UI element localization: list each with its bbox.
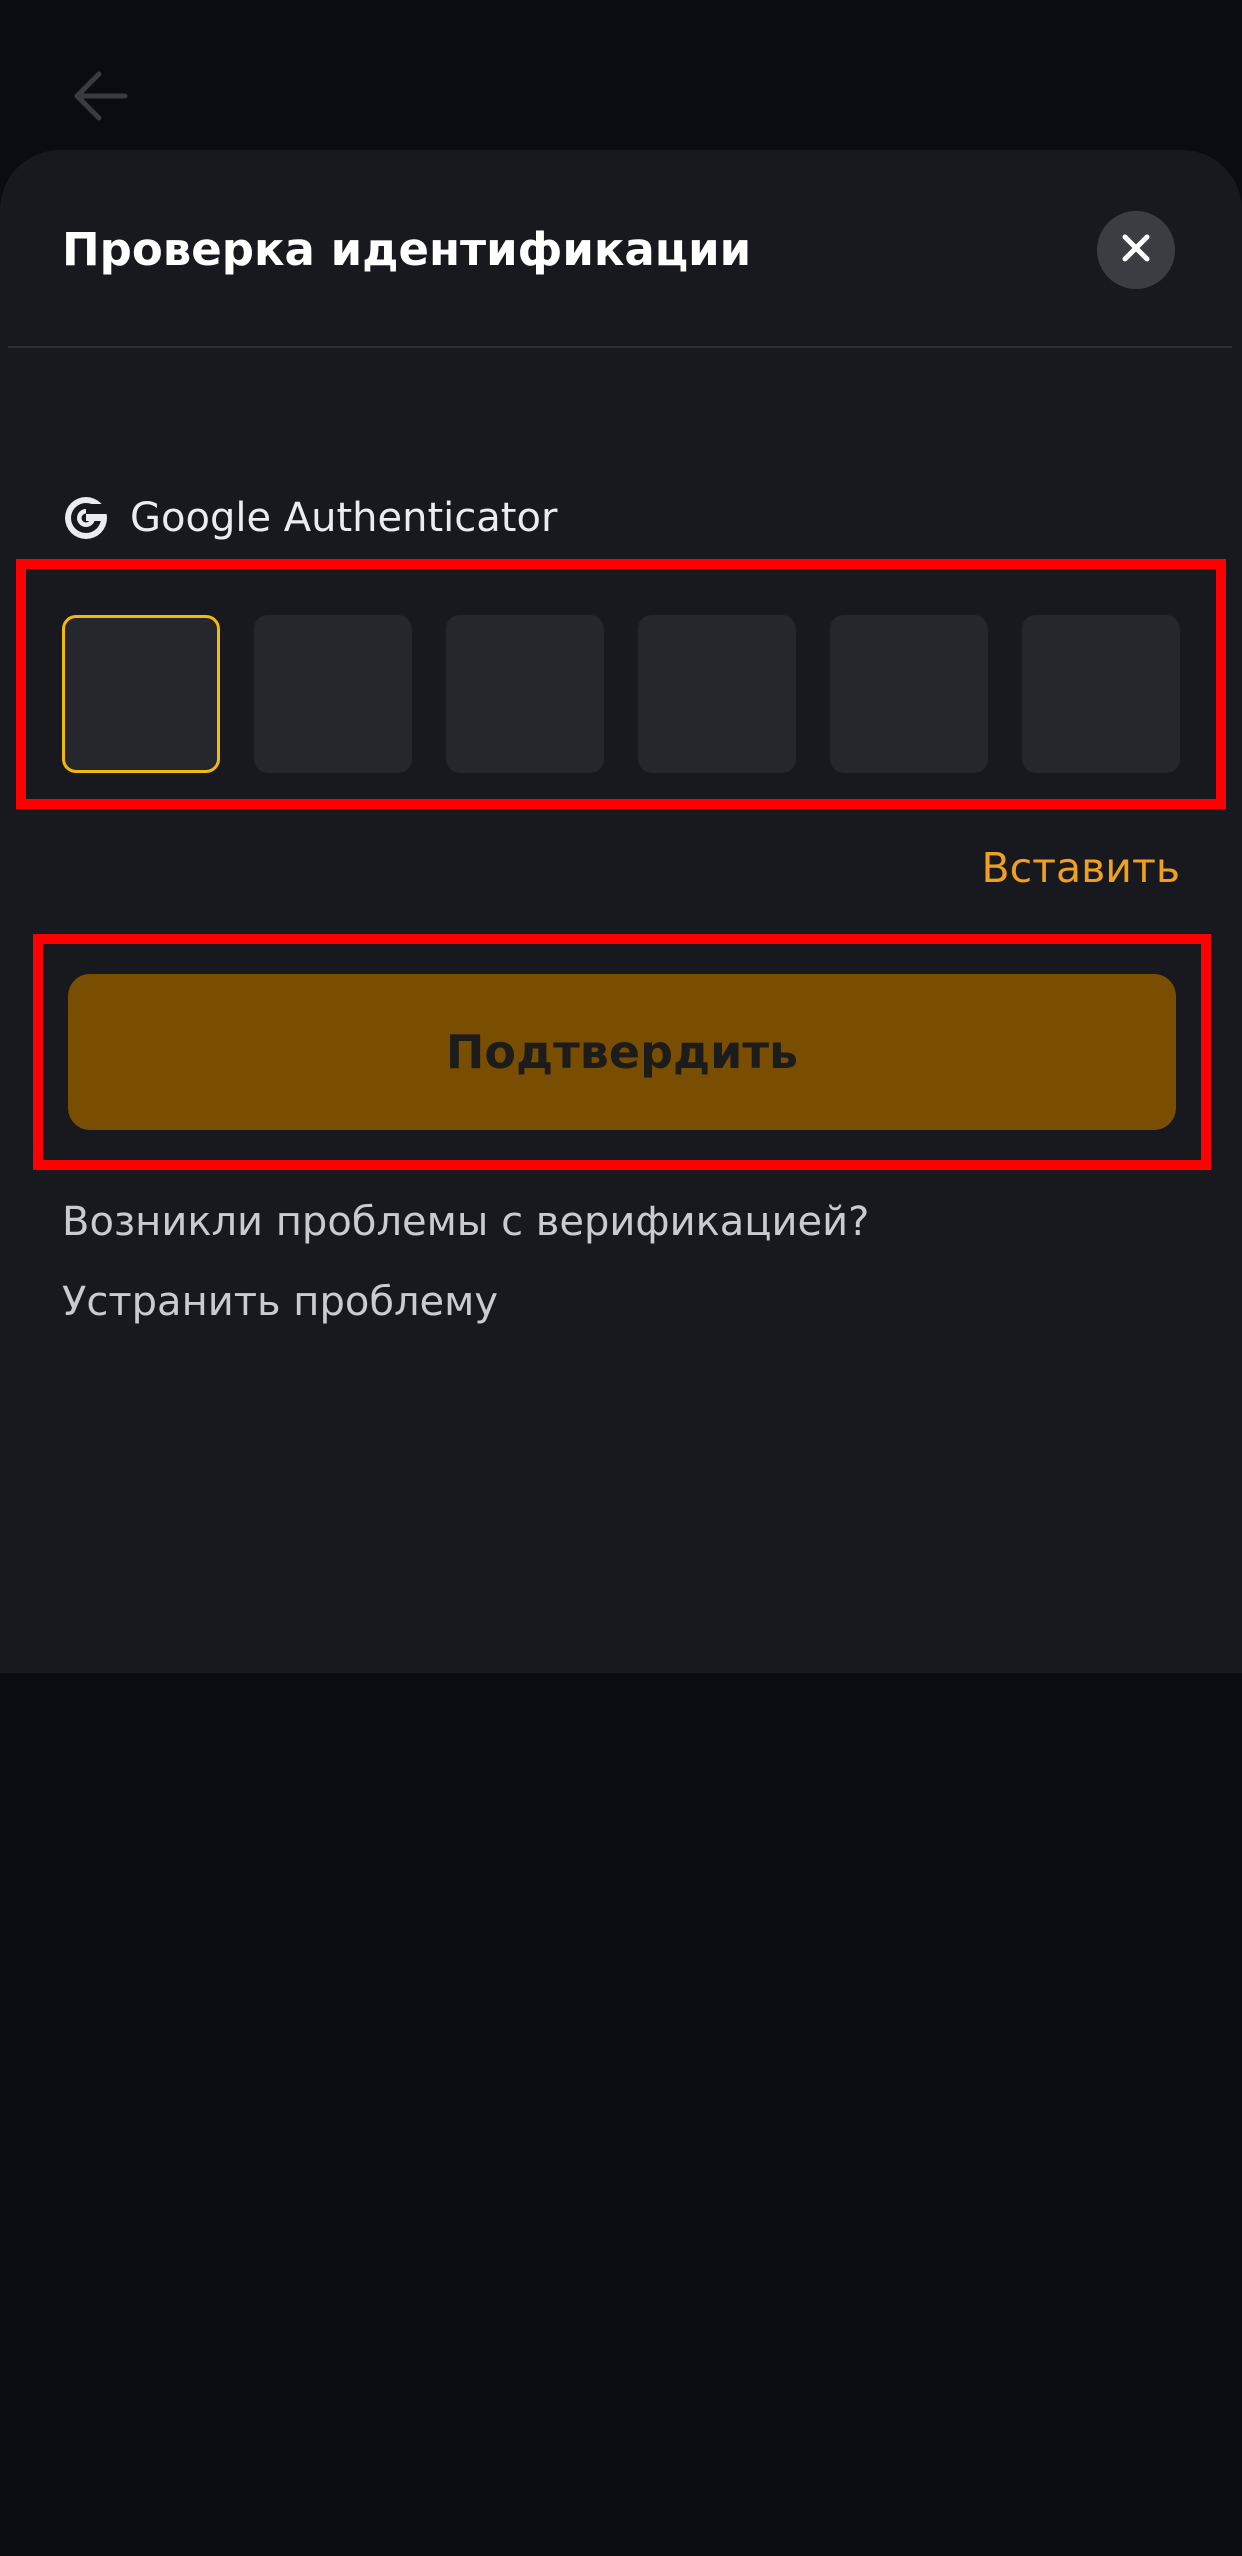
code-digit-4[interactable] bbox=[638, 615, 796, 773]
code-digit-2[interactable] bbox=[254, 615, 412, 773]
verification-problem-text: Возникли проблемы с верификацией? bbox=[62, 1199, 870, 1245]
screen: Проверка идентификации Google Authentica… bbox=[0, 0, 1242, 2556]
close-icon bbox=[1119, 231, 1153, 269]
authenticator-label: Google Authenticator bbox=[130, 495, 558, 541]
sheet-title: Проверка идентификации bbox=[62, 223, 752, 276]
confirm-button[interactable]: Подтвердить bbox=[68, 974, 1176, 1130]
header-divider bbox=[8, 346, 1232, 348]
code-digit-3[interactable] bbox=[446, 615, 604, 773]
code-digit-1[interactable] bbox=[62, 615, 220, 773]
verification-sheet bbox=[0, 150, 1242, 1673]
code-digit-5[interactable] bbox=[830, 615, 988, 773]
fix-problem-link[interactable]: Устранить проблему bbox=[62, 1272, 498, 1332]
arrow-left-icon bbox=[71, 70, 129, 126]
back-button[interactable] bbox=[64, 66, 136, 130]
paste-link[interactable]: Вставить bbox=[981, 838, 1180, 898]
close-button[interactable] bbox=[1097, 211, 1175, 289]
authenticator-label-row: Google Authenticator bbox=[62, 490, 557, 546]
code-digit-6[interactable] bbox=[1022, 615, 1180, 773]
google-g-icon bbox=[62, 494, 110, 542]
